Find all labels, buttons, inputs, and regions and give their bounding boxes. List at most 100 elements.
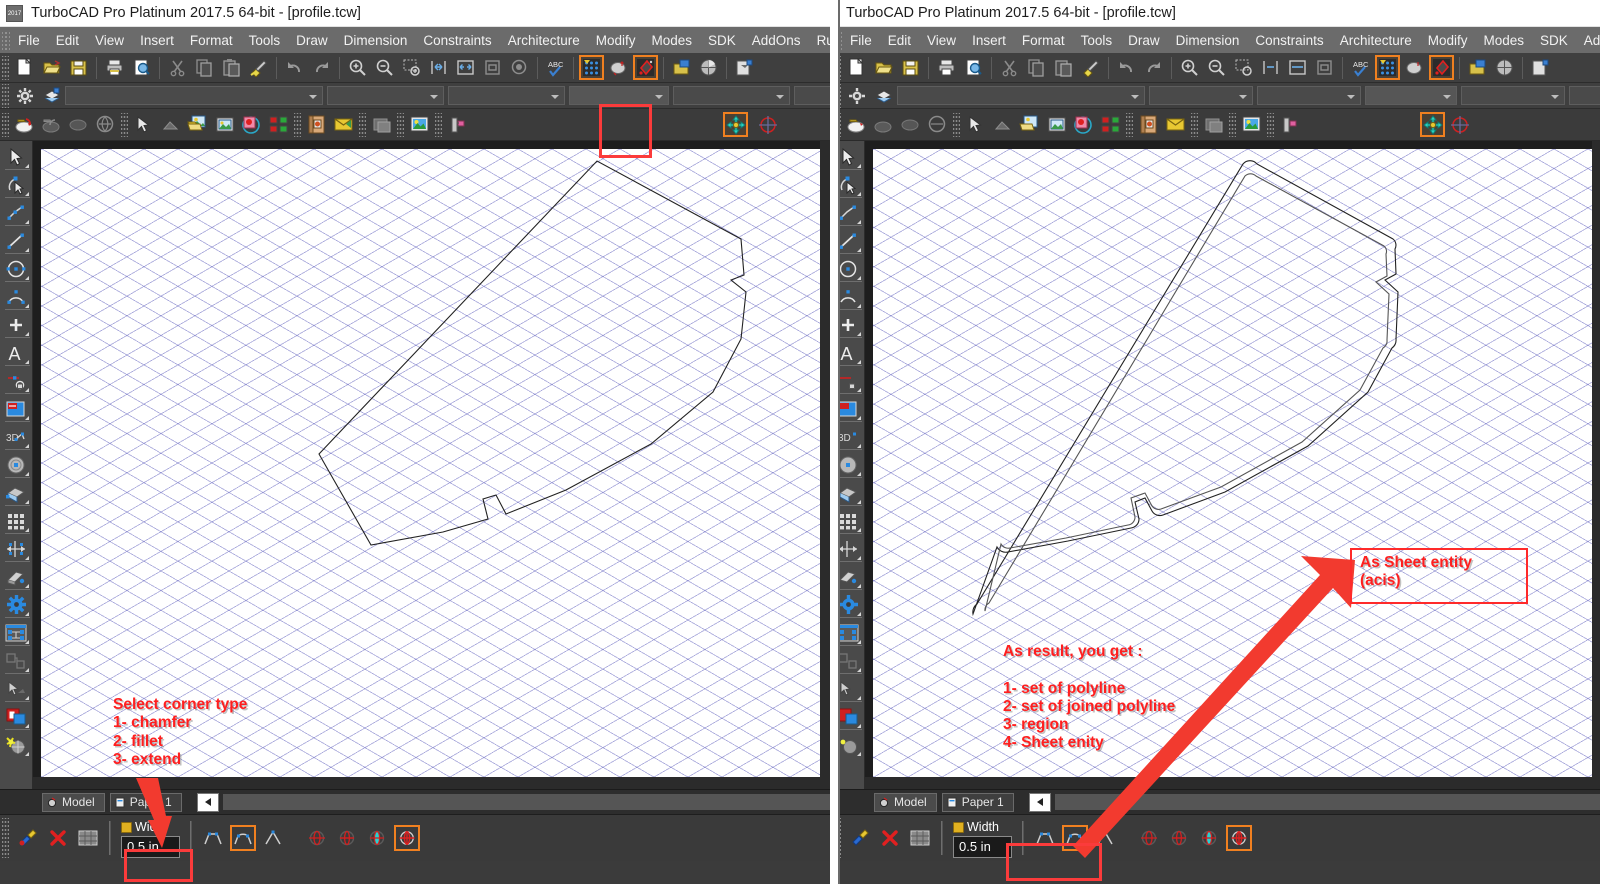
snap-grid-icon[interactable] [1375, 55, 1400, 80]
sidebar-item-boolean-wedge[interactable] [840, 563, 863, 590]
sidebar-item-polyline[interactable] [840, 199, 863, 226]
layout-tab-paper1[interactable]: Paper 1 [109, 792, 182, 812]
menu-dimension[interactable]: Dimension [336, 30, 416, 51]
zoom-in-icon[interactable] [345, 55, 370, 80]
menu-addons-right[interactable]: AddOns [1576, 30, 1600, 51]
property-row-grip-right[interactable] [840, 83, 841, 108]
paste-icon[interactable] [219, 55, 244, 80]
sidebar-item-modify-arrows[interactable] [2, 535, 31, 562]
cancel-x-icon[interactable] [45, 825, 71, 851]
print-icon[interactable] [934, 55, 959, 80]
corner-fillet-button[interactable] [230, 825, 256, 851]
plugin-icon[interactable] [1277, 112, 1302, 137]
result-joined-polyline-button-right[interactable] [1166, 825, 1192, 851]
copy-icon[interactable] [192, 55, 217, 80]
menu-dimension-right[interactable]: Dimension [1168, 30, 1248, 51]
zoom-in-icon[interactable] [1177, 55, 1202, 80]
image-open-icon[interactable] [1017, 112, 1042, 137]
cloud-save-icon[interactable] [844, 112, 869, 137]
select-similar-icon[interactable] [990, 112, 1015, 137]
menu-modes-right[interactable]: Modes [1475, 30, 1532, 51]
corner-fillet-button-right[interactable] [1062, 825, 1088, 851]
sidebar-item-sphere[interactable] [840, 451, 863, 478]
linewidth-select-right[interactable] [1365, 86, 1457, 105]
print-icon[interactable] [102, 55, 127, 80]
image-insert-icon[interactable] [212, 112, 237, 137]
plugin-icon[interactable] [445, 112, 470, 137]
new-document-icon[interactable] [12, 55, 37, 80]
snap-magnet-icon[interactable] [15, 825, 41, 851]
canvas-vscrollbar-right[interactable] [1592, 141, 1600, 777]
copy-icon[interactable] [1024, 55, 1049, 80]
sidebar-item-point[interactable] [2, 311, 31, 338]
layout-icon[interactable] [1528, 55, 1553, 80]
sidebar-item-light-burst[interactable] [2, 731, 31, 758]
snap-magnet-icon[interactable] [847, 825, 873, 851]
dimstyle-select-right[interactable] [1569, 86, 1600, 105]
tools-grip-right[interactable] [1191, 112, 1198, 137]
window-icon[interactable] [1201, 112, 1226, 137]
sidebar-item-red-layer[interactable] [2, 703, 31, 730]
image-insert-icon[interactable] [1044, 112, 1069, 137]
tab-scroll-left-icon-right[interactable] [1028, 792, 1051, 812]
open-folder-icon[interactable] [39, 55, 64, 80]
open-resource-icon[interactable] [669, 55, 694, 80]
tools-grip-right[interactable] [840, 112, 841, 137]
zoom-extents-icon[interactable] [426, 55, 451, 80]
linestyle-select[interactable] [448, 86, 565, 105]
sidebar-item-select[interactable] [840, 143, 863, 170]
sidebar-item-array-grid[interactable] [840, 507, 863, 534]
canvas-hscrollbar-right[interactable] [865, 777, 1600, 789]
sidebar-item-polyline[interactable] [2, 199, 31, 226]
grid-toggle-icon[interactable] [907, 825, 933, 851]
textstyle-select[interactable] [673, 86, 790, 105]
zoom-fit-icon[interactable] [1285, 55, 1310, 80]
sidebar-item-dimension[interactable] [2, 367, 31, 394]
paste-icon[interactable] [1051, 55, 1076, 80]
corner-chamfer-button[interactable] [200, 825, 226, 851]
layout-tab-track[interactable] [222, 794, 830, 810]
result-joined-polyline-button[interactable] [334, 825, 360, 851]
select-arrow-icon[interactable] [963, 112, 988, 137]
cloud-open-icon[interactable] [871, 112, 896, 137]
tab-scroll-left-icon[interactable] [196, 792, 219, 812]
zoom-out-icon[interactable] [372, 55, 397, 80]
layers-icon[interactable] [39, 83, 64, 108]
menu-addons[interactable]: AddOns [744, 30, 809, 51]
new-document-icon[interactable] [844, 55, 869, 80]
tools-grip[interactable] [435, 112, 442, 137]
menu-file-right[interactable]: File [842, 30, 880, 51]
mail-icon[interactable] [331, 112, 356, 137]
menu-draw-right[interactable]: Draw [1120, 30, 1168, 51]
sidebar-item-point[interactable] [840, 311, 863, 338]
3d-view-icon[interactable] [696, 55, 721, 80]
cut-scissors-icon[interactable] [997, 55, 1022, 80]
menu-draw[interactable]: Draw [288, 30, 336, 51]
tools-grip[interactable] [397, 112, 404, 137]
color-select-right[interactable] [1149, 86, 1253, 105]
menu-architecture[interactable]: Architecture [500, 30, 588, 51]
sidebar-item-assembly[interactable] [840, 619, 863, 646]
tools-grip[interactable] [2, 112, 9, 137]
drawing-canvas-right[interactable] [873, 149, 1592, 777]
lock-icon[interactable] [953, 821, 964, 833]
menu-modify[interactable]: Modify [588, 30, 644, 51]
canvas-hscrollbar-left[interactable] [33, 777, 830, 789]
statusbar-grip-right[interactable] [840, 818, 841, 858]
zoom-fit-icon[interactable] [453, 55, 478, 80]
tools-grip-right[interactable] [953, 112, 960, 137]
sidebar-item-modify-arrows[interactable] [840, 535, 863, 562]
sidebar-item-red-layer[interactable] [840, 703, 863, 730]
layer-select-right[interactable] [897, 86, 1145, 105]
save-disk-icon[interactable] [898, 55, 923, 80]
sidebar-item-sphere[interactable] [2, 451, 31, 478]
menu-sdk[interactable]: SDK [700, 30, 744, 51]
grid-toggle-icon[interactable] [75, 825, 101, 851]
sidebar-item-arc[interactable] [840, 283, 863, 310]
tools-grip-right[interactable] [1229, 112, 1236, 137]
sidebar-item-hatch[interactable] [840, 395, 863, 422]
layout-tab-model-right[interactable]: Model [874, 792, 937, 812]
sidebar-item-node-edit[interactable] [840, 171, 863, 198]
menu-format[interactable]: Format [182, 30, 241, 51]
result-sheet-entity-button-right[interactable] [1226, 825, 1252, 851]
